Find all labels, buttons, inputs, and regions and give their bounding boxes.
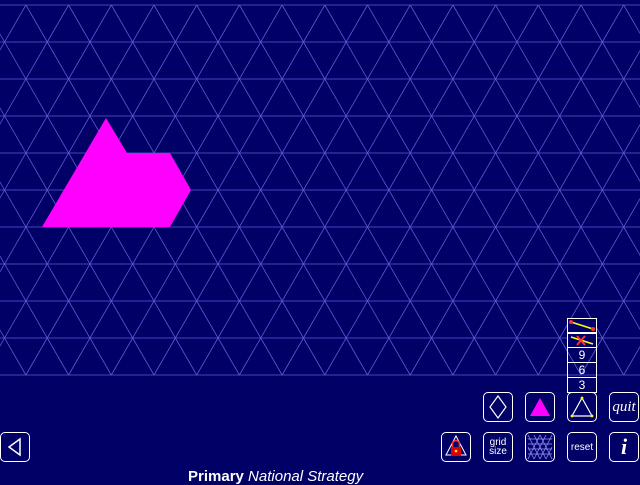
footer-brand-italic: National Strategy: [248, 468, 364, 485]
quit-label: quit: [612, 398, 636, 415]
triangle-grid-icon: [527, 434, 553, 460]
reset-button[interactable]: reset: [567, 432, 597, 462]
line-and-number-options: 9 6 3: [567, 318, 597, 393]
pink-polygon-shape[interactable]: [42, 118, 191, 227]
lock-icon: [445, 434, 467, 456]
grid-pattern-button[interactable]: [525, 432, 555, 462]
line-icon: [569, 320, 595, 331]
number-option-6[interactable]: 6: [567, 363, 597, 378]
filled-triangle-icon: [530, 398, 550, 416]
number-option-9[interactable]: 9: [567, 348, 597, 363]
reset-label: reset: [570, 441, 594, 453]
footer-brand-bold: Primary: [188, 468, 244, 485]
rhombus-tool-button[interactable]: [483, 392, 513, 422]
info-icon: i: [620, 434, 628, 459]
back-arrow-icon: [7, 437, 21, 457]
grid-size-button[interactable]: grid size: [483, 432, 513, 462]
back-button[interactable]: [0, 432, 30, 462]
outline-triangle-tool-button[interactable]: [567, 392, 597, 422]
info-button[interactable]: i: [609, 432, 639, 462]
delete-line-icon: [570, 335, 594, 346]
number-option-3[interactable]: 3: [567, 378, 597, 393]
outline-triangle-icon: [570, 396, 594, 418]
fill-triangle-tool-button[interactable]: [525, 392, 555, 422]
delete-line-option[interactable]: [567, 333, 597, 348]
quit-button[interactable]: quit: [609, 392, 639, 422]
rhombus-icon: [489, 394, 507, 420]
grid-size-label: grid size: [489, 437, 507, 457]
line-tool-option[interactable]: [567, 318, 597, 333]
lock-button[interactable]: [441, 432, 471, 462]
footer-brand: Primary National Strategy: [188, 468, 363, 485]
